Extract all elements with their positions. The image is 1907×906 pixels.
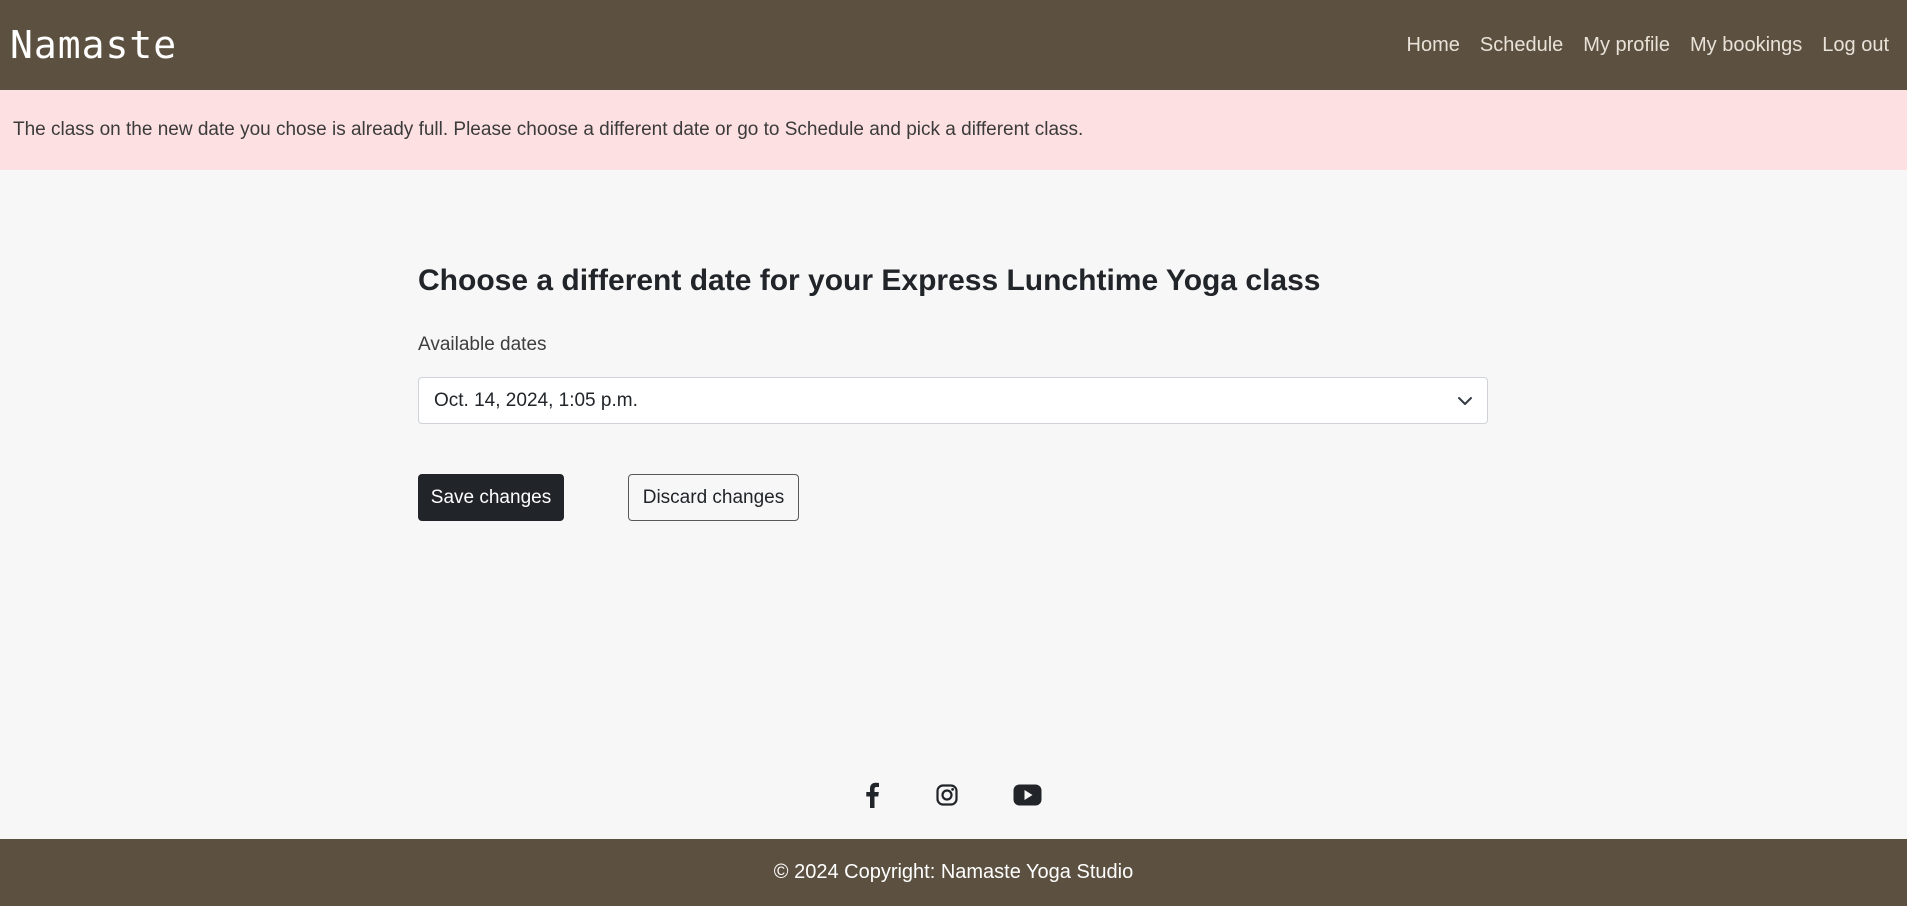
available-dates-select[interactable]: Oct. 14, 2024, 1:05 p.m. [418,377,1488,424]
youtube-link[interactable] [1011,779,1043,811]
form-actions: Save changes Discard changes [418,474,1488,521]
alert-message: The class on the new date you chose is a… [13,119,1084,140]
page-title: Choose a different date for your Express… [418,264,1321,297]
facebook-link[interactable] [856,779,888,811]
facebook-icon [866,782,879,808]
instagram-icon [936,784,958,806]
footer-copyright: © 2024 Copyright: Namaste Yoga Studio [773,861,1134,883]
discard-changes-button[interactable]: Discard changes [628,474,799,521]
chevron-down-icon [1458,396,1472,405]
nav-link-log-out[interactable]: Log out [1812,34,1895,57]
nav-link-my-profile[interactable]: My profile [1573,34,1680,57]
error-alert: The class on the new date you chose is a… [0,90,1907,170]
social-links [0,779,1907,811]
nav-link-my-bookings[interactable]: My bookings [1680,34,1812,57]
brand-logo[interactable]: Namaste [10,23,177,67]
footer: © 2024 Copyright: Namaste Yoga Studio [0,839,1907,906]
instagram-link[interactable] [931,779,963,811]
youtube-icon [1013,784,1041,806]
nav-link-schedule[interactable]: Schedule [1470,34,1573,57]
selected-date-value: Oct. 14, 2024, 1:05 p.m. [434,389,638,411]
navbar: Namaste Home Schedule My profile My book… [0,0,1907,90]
available-dates-label: Available dates [418,334,547,355]
reschedule-form: Choose a different date for your Express… [418,250,1488,521]
nav-links: Home Schedule My profile My bookings Log… [1397,34,1895,57]
nav-link-home[interactable]: Home [1397,34,1470,57]
save-changes-button[interactable]: Save changes [418,474,564,521]
